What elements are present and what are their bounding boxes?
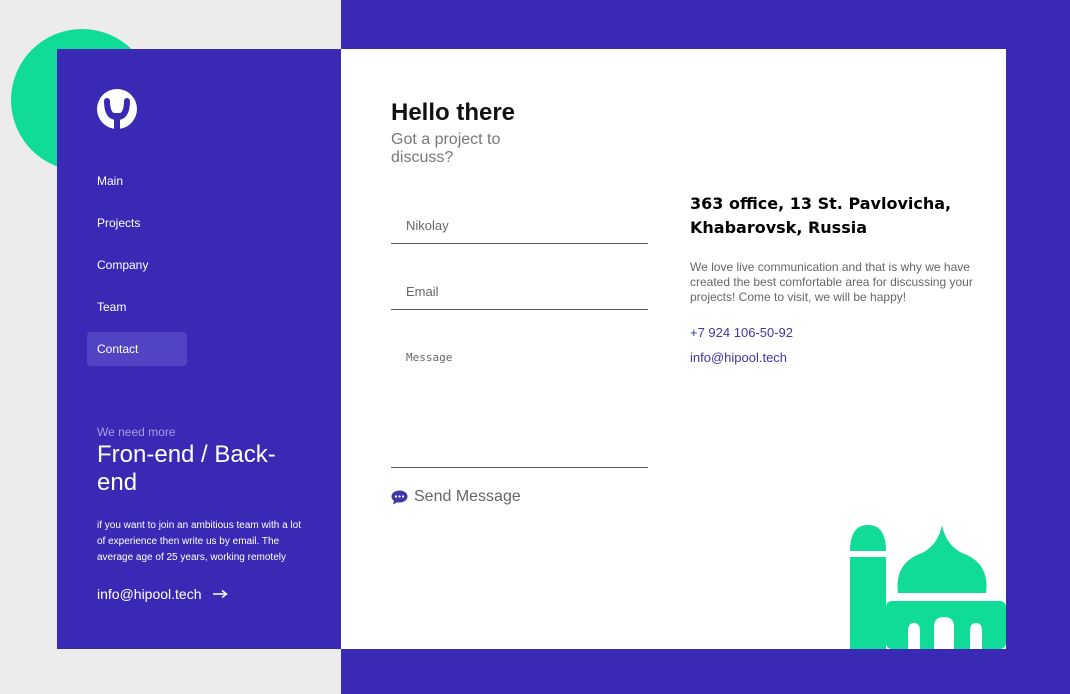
nav-item-main[interactable]: Main [87, 164, 187, 198]
phone-link[interactable]: +7 924 106-50-92 [690, 325, 980, 340]
nav-item-company[interactable]: Company [87, 248, 187, 282]
hiring-email-link[interactable]: info@hipool.tech [97, 586, 307, 602]
nav-item-team[interactable]: Team [87, 290, 187, 324]
mosque-icon [850, 525, 1006, 649]
hiring-title: Fron-end / Back-end [97, 441, 276, 496]
hiring-block: We need more Fron-end / Back-end if you … [97, 425, 307, 602]
nav-item-projects[interactable]: Projects [87, 206, 187, 240]
name-field[interactable] [391, 207, 648, 244]
send-message-button[interactable]: Send Message [391, 488, 521, 506]
hipool-logo-icon[interactable] [97, 89, 137, 129]
about-text: We love live communication and that is w… [690, 260, 973, 304]
sidebar: Main Projects Company Team Contact We ne… [57, 49, 341, 649]
hiring-email: info@hipool.tech [97, 586, 202, 602]
greeting-title: Hello there [391, 99, 516, 126]
nav-item-contact[interactable]: Contact [87, 332, 187, 366]
contact-info: 363 office, 13 St. Pavlovicha, Khabarovs… [690, 192, 980, 365]
email-field[interactable] [391, 273, 648, 310]
email-link[interactable]: info@hipool.tech [690, 350, 980, 365]
greeting-subtitle: Got a project to discuss? [391, 131, 501, 166]
office-address: 363 office, 13 St. Pavlovicha, Khabarovs… [690, 194, 952, 237]
hiring-text: if you want to join an ambitious team wi… [97, 520, 301, 563]
main-nav: Main Projects Company Team Contact [87, 164, 247, 374]
greeting: Hello there Got a project to discuss? [391, 99, 515, 167]
message-field[interactable] [391, 339, 648, 468]
contact-form: Send Message [391, 207, 648, 506]
send-message-label: Send Message [414, 488, 521, 505]
hiring-kicker: We need more [97, 425, 176, 439]
arrow-right-icon [212, 589, 228, 599]
contact-card: Hello there Got a project to discuss? Se… [341, 49, 1006, 649]
chat-bubble-icon [391, 490, 408, 504]
